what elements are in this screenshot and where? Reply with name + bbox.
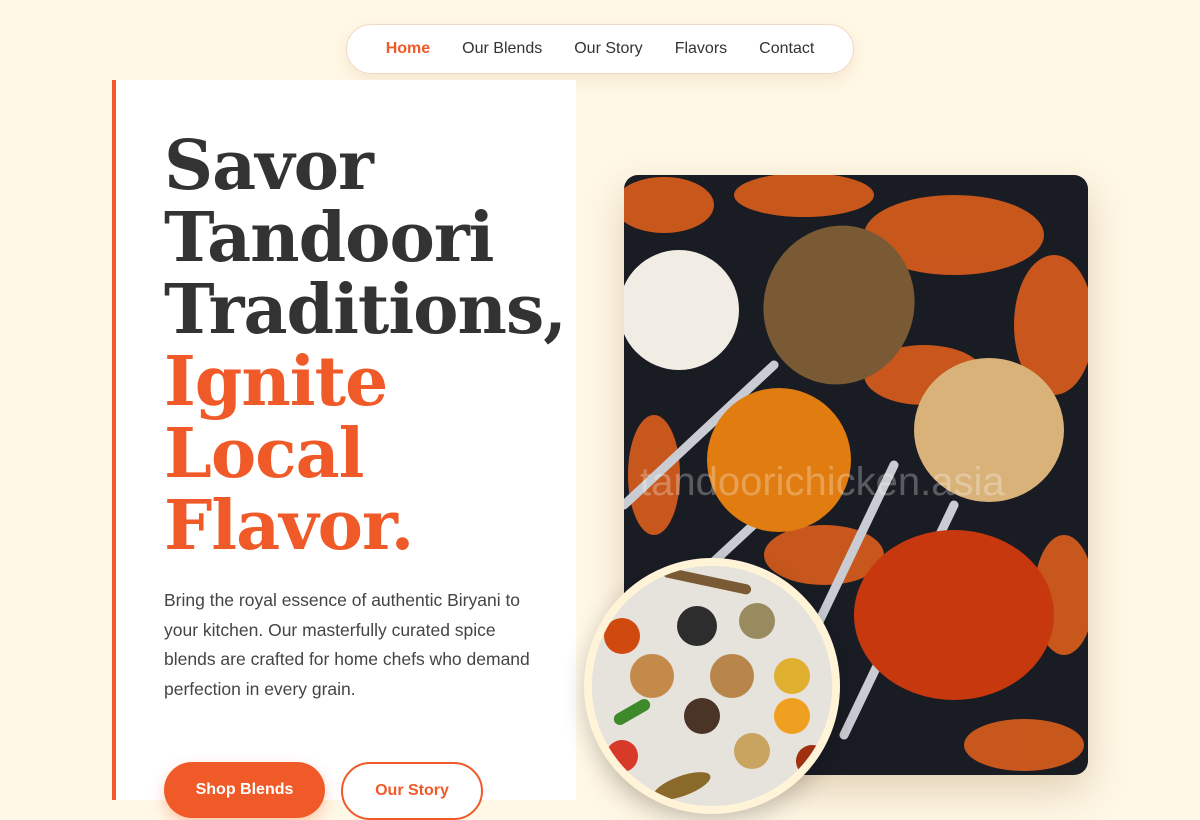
headline-line: Savor [164, 126, 374, 206]
nav-home[interactable]: Home [386, 40, 430, 58]
spice-assortment-image [584, 558, 840, 814]
hero-lead: Bring the royal essence of authentic Bir… [164, 590, 530, 699]
image-watermark: tandoorichicken.asia [640, 460, 1005, 504]
shop-blends-button[interactable]: Shop Blends [164, 762, 325, 818]
hero-headline: Savor Tandoori Traditions, Ignite Local … [164, 126, 567, 566]
nav-flavors[interactable]: Flavors [675, 40, 727, 58]
headline-accent-line: Ignite [164, 342, 388, 422]
headline-accent-line: Flavor. [164, 486, 414, 566]
nav-our-story[interactable]: Our Story [574, 40, 642, 58]
nav-our-blends[interactable]: Our Blends [462, 40, 542, 58]
headline-line: Tandoori [164, 198, 495, 278]
headline-line: Traditions, [164, 270, 567, 350]
nav-contact[interactable]: Contact [759, 40, 814, 58]
headline-accent-line: Local [164, 414, 364, 494]
our-story-button[interactable]: Our Story [341, 762, 483, 820]
main-nav: Home Our Blends Our Story Flavors Contac… [346, 24, 854, 74]
